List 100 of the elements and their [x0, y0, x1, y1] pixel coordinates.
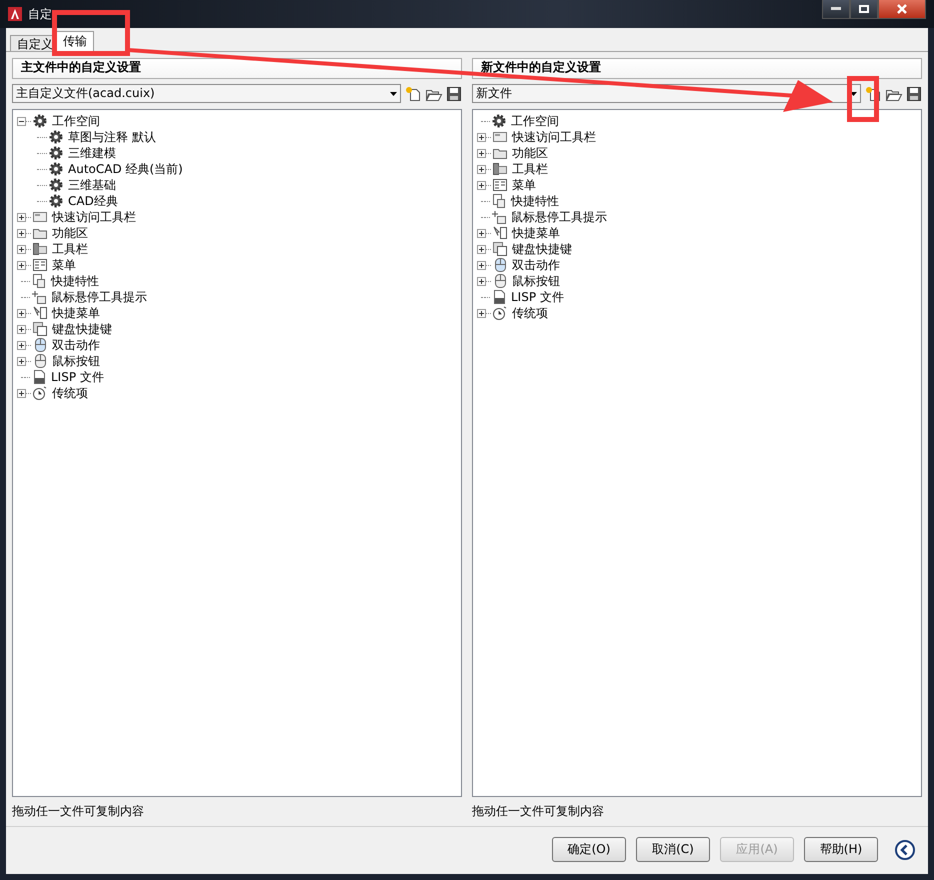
properties-icon — [491, 193, 507, 209]
tree-item[interactable]: 鼠标悬停工具提示 — [51, 288, 147, 306]
minimize-icon — [831, 7, 841, 11]
tree-item[interactable]: 工具栏 — [512, 160, 548, 178]
gear-icon — [48, 161, 64, 177]
gear-icon — [48, 145, 64, 161]
menu-icon — [32, 257, 48, 273]
cursor-menu-icon — [492, 225, 508, 241]
tooltip-icon — [491, 209, 507, 225]
gear-icon — [491, 113, 507, 129]
tree-item[interactable]: CAD经典 — [68, 192, 118, 210]
mouse-icon — [492, 273, 508, 289]
maximize-button[interactable] — [850, 0, 878, 19]
clock-icon — [32, 385, 48, 401]
status-text: 拖动任一文件可复制内容 — [472, 803, 605, 820]
key-icon — [492, 241, 508, 257]
mouse-icon — [32, 353, 48, 369]
tree-item[interactable]: 草图与注释 默认 — [68, 128, 156, 146]
caret-icon — [390, 92, 397, 96]
dialog-button[interactable]: 确定(O) — [552, 837, 626, 862]
new-file-icon[interactable] — [404, 86, 422, 102]
toolbar-icon — [492, 161, 508, 177]
expand-icon[interactable] — [17, 228, 26, 238]
tree-item[interactable]: 双击动作 — [512, 256, 560, 274]
tree-item[interactable]: 鼠标悬停工具提示 — [511, 208, 607, 226]
tree-item[interactable]: LISP 文件 — [51, 368, 104, 386]
expand-icon[interactable] — [477, 276, 486, 286]
tree-item[interactable]: LISP 文件 — [511, 288, 564, 306]
mouse-icon — [32, 337, 48, 353]
mouse-icon — [492, 257, 508, 273]
minimize-button[interactable] — [822, 0, 850, 19]
window-title: 自定 — [28, 6, 52, 22]
tree-item[interactable]: 工作空间 — [511, 112, 559, 130]
cursor-menu-icon — [32, 305, 48, 321]
tree-item[interactable]: 菜单 — [52, 256, 76, 274]
tree-item[interactable]: 功能区 — [52, 224, 88, 242]
dialog-button[interactable]: 帮助(H) — [804, 837, 878, 862]
expand-icon[interactable] — [477, 148, 486, 158]
close-button[interactable] — [878, 0, 926, 19]
expand-icon[interactable] — [17, 212, 26, 222]
tab[interactable]: 传输 — [56, 31, 94, 51]
collapse-icon[interactable] — [17, 116, 26, 126]
tree-item[interactable]: 鼠标按钮 — [52, 352, 100, 370]
tree-item[interactable]: 工具栏 — [52, 240, 88, 258]
tree-item[interactable]: 传统项 — [52, 384, 88, 402]
expand-icon[interactable] — [17, 340, 26, 350]
gear-icon — [32, 113, 48, 129]
tree-item[interactable]: 三维基础 — [68, 176, 116, 194]
highlight-frame — [847, 76, 879, 122]
document-icon — [491, 289, 507, 305]
expand-icon[interactable] — [477, 260, 486, 270]
status-text: 拖动任一文件可复制内容 — [12, 803, 145, 820]
dialog-button[interactable]: 取消(C) — [636, 837, 710, 862]
new-file-icon[interactable] — [864, 86, 882, 102]
properties-icon — [31, 273, 47, 289]
document-icon — [31, 369, 47, 385]
toolbar-icon — [32, 209, 48, 225]
tree-item[interactable]: 工作空间 — [52, 112, 100, 130]
toolbar-icon — [492, 129, 508, 145]
tree-item[interactable]: 菜单 — [512, 176, 536, 194]
clock-icon — [492, 305, 508, 321]
expand-icon[interactable] — [477, 164, 486, 174]
expand-icon[interactable] — [477, 244, 486, 254]
tooltip-icon — [31, 289, 47, 305]
expand-icon[interactable] — [17, 324, 26, 334]
menu-icon — [492, 177, 508, 193]
collapse-icon[interactable] — [894, 838, 916, 860]
save-icon[interactable] — [906, 86, 922, 102]
gear-icon — [48, 129, 64, 145]
tree-item[interactable]: 双击动作 — [52, 336, 100, 354]
save-icon[interactable] — [446, 86, 462, 102]
tree-item[interactable]: 快捷特性 — [51, 272, 99, 290]
tree-item[interactable]: 快速访问工具栏 — [52, 208, 136, 226]
expand-icon[interactable] — [17, 260, 26, 270]
tree-item[interactable]: 快捷菜单 — [52, 304, 100, 322]
expand-icon[interactable] — [17, 244, 26, 254]
expand-icon[interactable] — [477, 132, 486, 142]
tree-item[interactable]: 功能区 — [512, 144, 548, 162]
expand-icon[interactable] — [477, 180, 486, 190]
tree-item[interactable]: 快捷菜单 — [512, 224, 560, 242]
expand-icon[interactable] — [17, 356, 26, 366]
expand-icon[interactable] — [477, 308, 486, 318]
expand-icon[interactable] — [17, 388, 26, 398]
tree-item[interactable]: 快捷特性 — [511, 192, 559, 210]
expand-icon[interactable] — [477, 228, 486, 238]
tree-item[interactable]: 键盘快捷键 — [52, 320, 112, 338]
tree-item[interactable]: 键盘快捷键 — [512, 240, 572, 258]
expand-icon[interactable] — [17, 308, 26, 318]
caret-icon — [850, 92, 857, 96]
tree-item[interactable]: AutoCAD 经典(当前) — [68, 160, 183, 178]
gear-icon — [48, 193, 64, 209]
tree-item[interactable]: 快速访问工具栏 — [512, 128, 596, 146]
tree-item[interactable]: 三维建模 — [68, 144, 116, 162]
tree-item[interactable]: 鼠标按钮 — [512, 272, 560, 290]
app-logo-icon — [8, 7, 22, 21]
file-dropdown[interactable]: 主自定义文件(acad.cuix) — [12, 84, 401, 103]
panel-header: 新文件中的自定义设置 — [472, 58, 922, 79]
key-icon — [32, 321, 48, 337]
tree-item[interactable]: 传统项 — [512, 304, 548, 322]
gear-icon — [48, 177, 64, 193]
